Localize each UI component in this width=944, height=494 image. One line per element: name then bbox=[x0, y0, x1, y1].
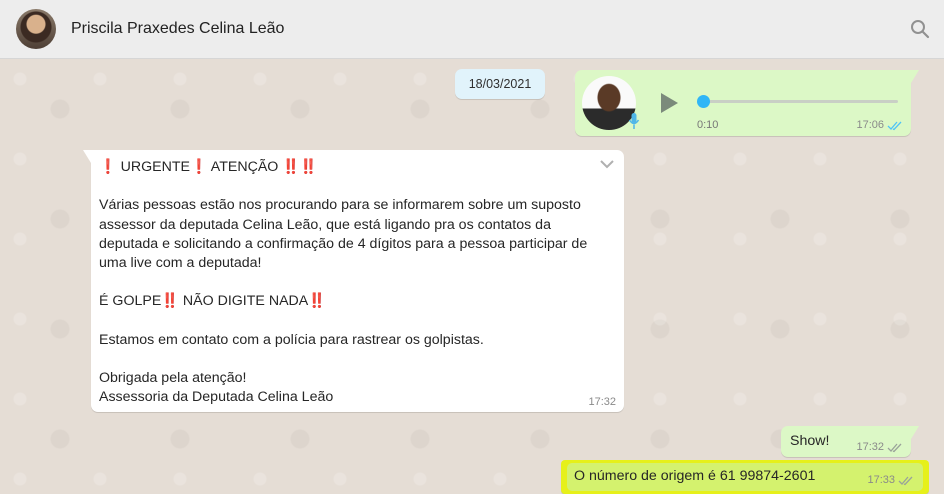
message-line bbox=[99, 273, 614, 292]
date-separator: 18/03/2021 bbox=[455, 69, 545, 99]
bubble-tail bbox=[911, 426, 919, 439]
message-line: É GOLPE‼️ NÃO DIGITE NADA‼️ bbox=[99, 293, 326, 310]
incoming-message[interactable]: ❗ URGENTE❗ ATENÇÃO ‼️‼️ Várias pessoas e… bbox=[83, 150, 624, 412]
outgoing-message[interactable]: Show! 17:32 bbox=[781, 426, 919, 457]
message-line bbox=[99, 350, 614, 369]
play-icon[interactable] bbox=[659, 92, 679, 114]
message-line: Estamos em contato com a polícia para ra… bbox=[99, 331, 484, 348]
message-time: 17:33 bbox=[867, 474, 895, 486]
message-text: O número de origem é 61 99874-2601 bbox=[574, 468, 816, 484]
audio-duration: 0:10 bbox=[697, 119, 719, 131]
message-line: ❗ URGENTE❗ ATENÇÃO ‼️‼️ bbox=[99, 159, 318, 175]
mic-icon bbox=[628, 113, 640, 129]
contact-avatar[interactable] bbox=[16, 9, 56, 49]
message-time: 17:06 bbox=[856, 119, 884, 131]
message-body: ❗ URGENTE❗ ATENÇÃO ‼️‼️ Várias pessoas e… bbox=[99, 158, 614, 407]
audio-progress-track[interactable] bbox=[703, 100, 898, 103]
search-icon[interactable] bbox=[910, 19, 930, 39]
message-line bbox=[99, 177, 614, 196]
message-line: uma live com a deputada! bbox=[99, 254, 262, 271]
message-line: Assessoria da Deputada Celina Leão bbox=[99, 389, 334, 406]
message-meta: 17:33 bbox=[867, 474, 914, 486]
message-text: Show! bbox=[790, 433, 830, 449]
contact-name[interactable]: Priscila Praxedes Celina Leão bbox=[71, 20, 284, 38]
message-time: 17:32 bbox=[588, 396, 616, 408]
double-check-icon bbox=[898, 476, 913, 485]
chat-header: Priscila Praxedes Celina Leão bbox=[0, 0, 944, 59]
double-check-read-icon bbox=[887, 121, 902, 130]
audio-message[interactable]: 0:10 17:06 bbox=[575, 70, 919, 136]
audio-progress-knob[interactable] bbox=[697, 95, 710, 108]
message-meta: 17:32 bbox=[856, 441, 903, 453]
chat-panel[interactable]: 18/03/2021 0:10 17:06 ❗ URGENTE❗ ATENÇÃO… bbox=[0, 59, 944, 494]
double-check-icon bbox=[887, 443, 902, 452]
message-line: deputada e solicitando a confirmação de … bbox=[99, 235, 588, 252]
message-meta: 17:06 bbox=[856, 119, 903, 131]
highlighted-outgoing-message[interactable]: O número de origem é 61 99874-2601 17:33 bbox=[561, 460, 929, 494]
bubble-tail bbox=[83, 150, 91, 163]
message-line: Obrigada pela atenção! bbox=[99, 370, 247, 387]
message-line bbox=[99, 312, 614, 331]
message-line: assessor da deputada Celina Leão, que es… bbox=[99, 216, 551, 233]
bubble-tail bbox=[911, 70, 919, 83]
message-time: 17:32 bbox=[856, 441, 884, 453]
message-line: Várias pessoas estão nos procurando para… bbox=[99, 197, 581, 214]
